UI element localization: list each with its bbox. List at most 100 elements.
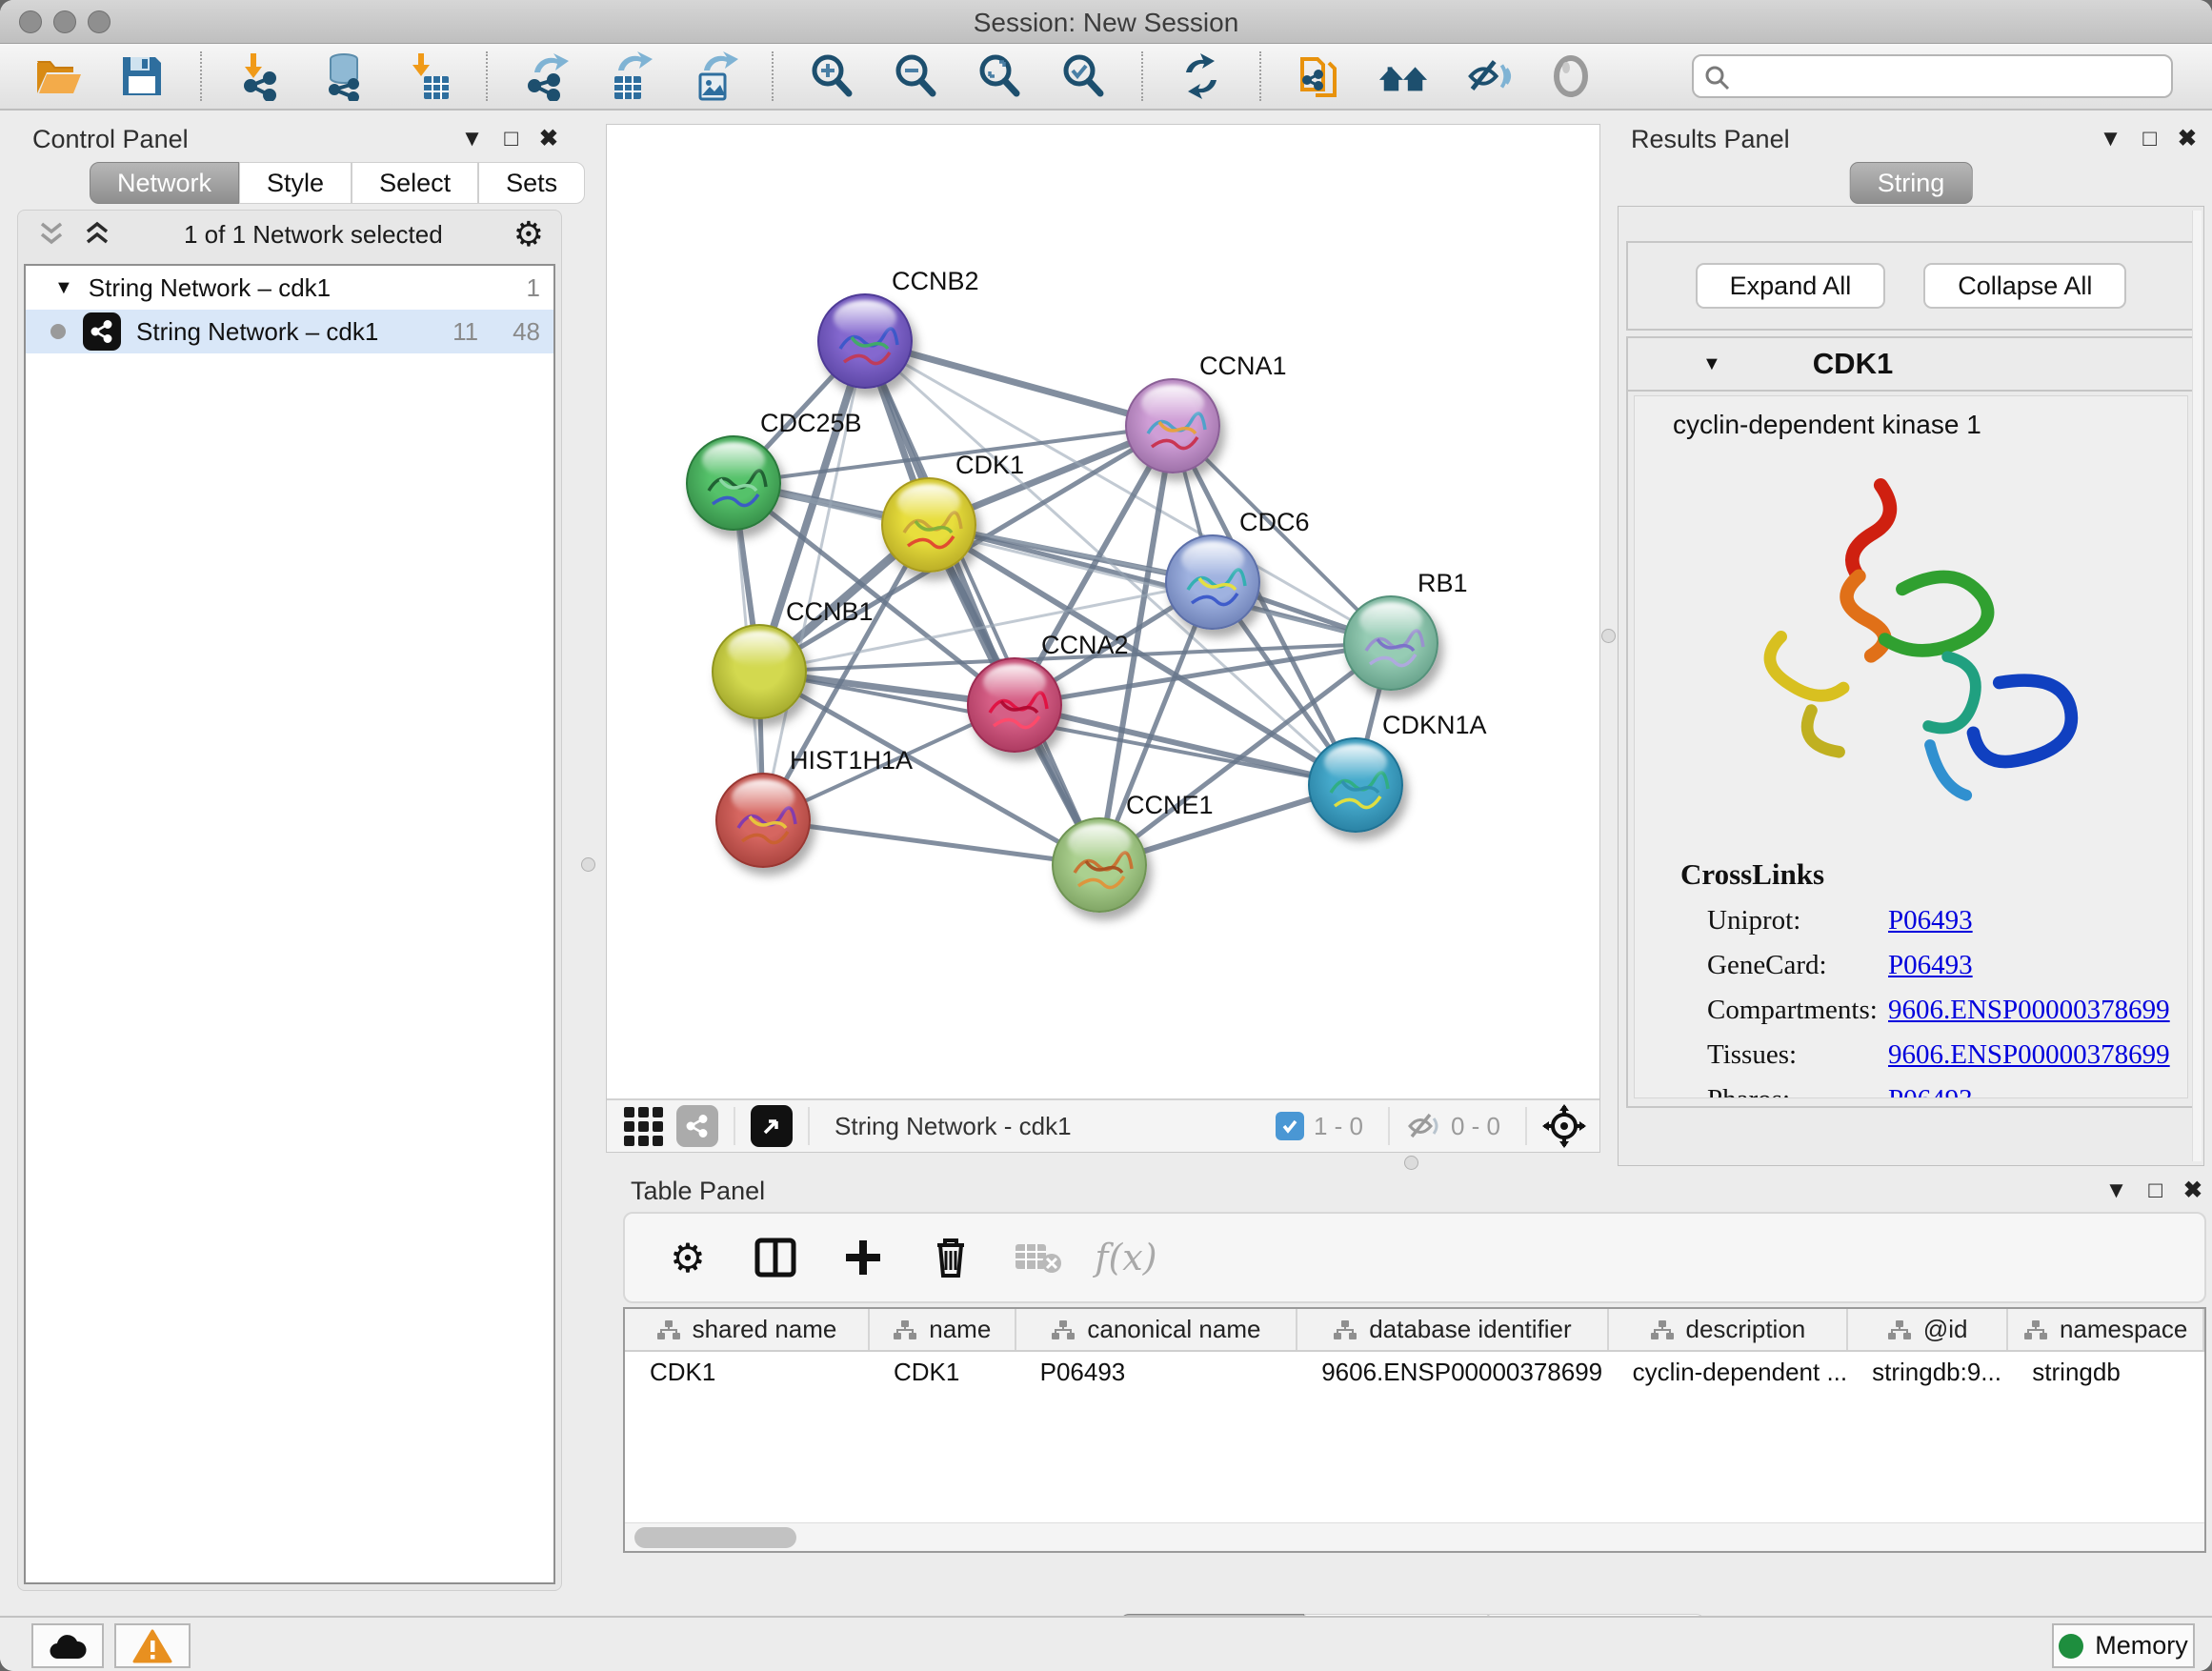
results-panel-float-icon[interactable]: □ (2142, 128, 2157, 151)
node-CDC25B[interactable]: CDC25B (686, 435, 781, 531)
network-options-gear-icon[interactable]: ⚙ (513, 217, 544, 252)
table-cell[interactable]: stringdb (2007, 1351, 2203, 1393)
table-panel-float-icon[interactable]: □ (2148, 1179, 2162, 1202)
column-header--id[interactable]: @id (1847, 1309, 2007, 1351)
hide-selection-button[interactable] (1461, 50, 1513, 102)
column-header-namespace[interactable]: namespace (2007, 1309, 2203, 1351)
memory-button[interactable]: Memory (2052, 1623, 2195, 1668)
column-header-canonical-name[interactable]: canonical name (1016, 1309, 1297, 1351)
highlight-selection-button[interactable] (1545, 50, 1597, 102)
results-panel-menu-icon[interactable]: ▼ (2100, 128, 2122, 151)
memory-label: Memory (2095, 1631, 2188, 1661)
memory-status-dot (2059, 1634, 2083, 1659)
table-cell[interactable]: CDK1 (625, 1351, 869, 1393)
results-scrollbar[interactable] (2192, 211, 2202, 1161)
node-CCNA2[interactable]: CCNA2 (967, 657, 1062, 753)
delete-column-icon[interactable] (926, 1233, 975, 1282)
control-panel-menu-icon[interactable]: ▼ (461, 128, 484, 151)
expand-all-icon[interactable] (81, 221, 113, 248)
table-row[interactable]: CDK1CDK1P064939606.ENSP00000378699cyclin… (625, 1351, 2203, 1393)
table-cell[interactable]: P06493 (1016, 1351, 1297, 1393)
zoom-selected-button[interactable] (1057, 50, 1109, 102)
zoom-out-button[interactable] (890, 50, 941, 102)
left-splitter-handle[interactable] (581, 857, 595, 872)
column-header-database-identifier[interactable]: database identifier (1297, 1309, 1607, 1351)
column-header-shared-name[interactable]: shared name (625, 1309, 869, 1351)
tab-network[interactable]: Network (90, 162, 239, 204)
tab-sets[interactable]: Sets (478, 162, 585, 204)
share-document-button[interactable] (1294, 50, 1345, 102)
table-cell[interactable]: 9606.ENSP00000378699 (1297, 1351, 1607, 1393)
export-table-button[interactable] (604, 50, 655, 102)
network-share-icon[interactable] (676, 1105, 718, 1147)
control-panel-close-icon[interactable]: ✖ (539, 128, 558, 151)
node-CDC6[interactable]: CDC6 (1165, 534, 1260, 630)
create-column-icon[interactable] (838, 1233, 888, 1282)
birdseye-navigator-icon[interactable] (1542, 1104, 1586, 1148)
network-row-selected[interactable]: String Network – cdk1 11 48 (26, 310, 553, 353)
crosslink-link[interactable]: 9606.ENSP00000378699 (1888, 1039, 2170, 1071)
selected-checkbox-icon[interactable] (1276, 1112, 1304, 1140)
right-splitter-handle[interactable] (1601, 629, 1616, 643)
control-panel-float-icon[interactable]: □ (504, 128, 518, 151)
column-header-name[interactable]: name (869, 1309, 1016, 1351)
entry-expand-icon[interactable]: ▼ (1702, 353, 1721, 375)
warnings-button[interactable] (114, 1623, 191, 1668)
table-options-gear-icon[interactable]: ⚙ (663, 1233, 713, 1282)
import-database-button[interactable] (318, 50, 370, 102)
table-hscrollbar-thumb[interactable] (634, 1527, 796, 1548)
tab-style[interactable]: Style (239, 162, 352, 204)
edge-CCNA2-CDKN1A[interactable] (1015, 705, 1356, 785)
expand-all-button[interactable]: Expand All (1696, 263, 1886, 309)
network-canvas[interactable]: CCNB2 CCNA1 CDC25B CDK1 CDC6 RB1 CCNB1 CCNA2 CDK… (607, 125, 1601, 1100)
crosslink-link[interactable]: 9606.ENSP00000378699 (1888, 995, 2170, 1026)
collapse-all-icon[interactable] (35, 221, 68, 248)
search-input[interactable] (1692, 54, 2173, 98)
crosslink-link[interactable]: P06493 (1888, 950, 1973, 981)
results-panel-close-icon[interactable]: ✖ (2178, 128, 2197, 151)
delete-table-icon (1014, 1233, 1063, 1282)
collapse-all-button[interactable]: Collapse All (1923, 263, 2126, 309)
zoom-fit-button[interactable] (974, 50, 1025, 102)
crosslink-link[interactable]: P06493 (1888, 1084, 1973, 1098)
refresh-button[interactable] (1176, 50, 1227, 102)
cloud-status-button[interactable] (31, 1623, 104, 1668)
import-network-button[interactable] (234, 50, 286, 102)
grid-view-icon[interactable] (624, 1107, 663, 1146)
export-image-button[interactable] (688, 50, 739, 102)
node-HIST1H1A[interactable]: HIST1H1A (715, 773, 811, 868)
edge-CCNB2-CCNE1[interactable] (865, 341, 1099, 865)
table-cell[interactable]: stringdb:9... (1847, 1351, 2007, 1393)
export-network-button[interactable] (520, 50, 572, 102)
node-CDK1[interactable]: CDK1 (881, 477, 976, 573)
show-columns-icon[interactable] (751, 1233, 800, 1282)
zoom-in-button[interactable] (806, 50, 857, 102)
table-cell[interactable]: CDK1 (869, 1351, 1016, 1393)
home-button[interactable] (1377, 50, 1429, 102)
node-CCNB2[interactable]: CCNB2 (817, 293, 913, 389)
node-CDKN1A[interactable]: CDKN1A (1308, 737, 1403, 833)
node-RB1[interactable]: RB1 (1343, 595, 1438, 691)
tab-string[interactable]: String (1850, 162, 1973, 204)
function-builder-icon: f(x) (1101, 1233, 1151, 1282)
node-CCNE1[interactable]: CCNE1 (1052, 817, 1147, 913)
collection-expand-icon[interactable]: ▼ (54, 277, 73, 299)
edge-HIST1H1A-CCNE1[interactable] (763, 820, 1099, 865)
node-CCNB1[interactable]: CCNB1 (712, 624, 807, 719)
bottom-splitter-handle[interactable] (1404, 1156, 1418, 1170)
table-cell[interactable]: cyclin-dependent ... (1608, 1351, 1847, 1393)
node-CCNA1[interactable]: CCNA1 (1125, 378, 1220, 473)
open-in-new-window-icon[interactable] (751, 1105, 793, 1147)
import-table-button[interactable] (402, 50, 453, 102)
table-panel-menu-icon[interactable]: ▼ (2105, 1179, 2128, 1202)
open-session-button[interactable] (32, 50, 84, 102)
tab-select[interactable]: Select (352, 162, 478, 204)
crosslink-link[interactable]: P06493 (1888, 905, 1973, 936)
save-session-button[interactable] (116, 50, 168, 102)
crosslink-row: GeneCard:P06493 (1707, 950, 2187, 981)
network-collection-row[interactable]: ▼ String Network – cdk1 1 (26, 266, 553, 310)
column-header-description[interactable]: description (1608, 1309, 1847, 1351)
cdk1-entry-header[interactable]: ▼ CDK1 (1628, 338, 2194, 392)
table-panel-close-icon[interactable]: ✖ (2183, 1179, 2202, 1202)
table-hscrollbar (625, 1522, 2204, 1551)
